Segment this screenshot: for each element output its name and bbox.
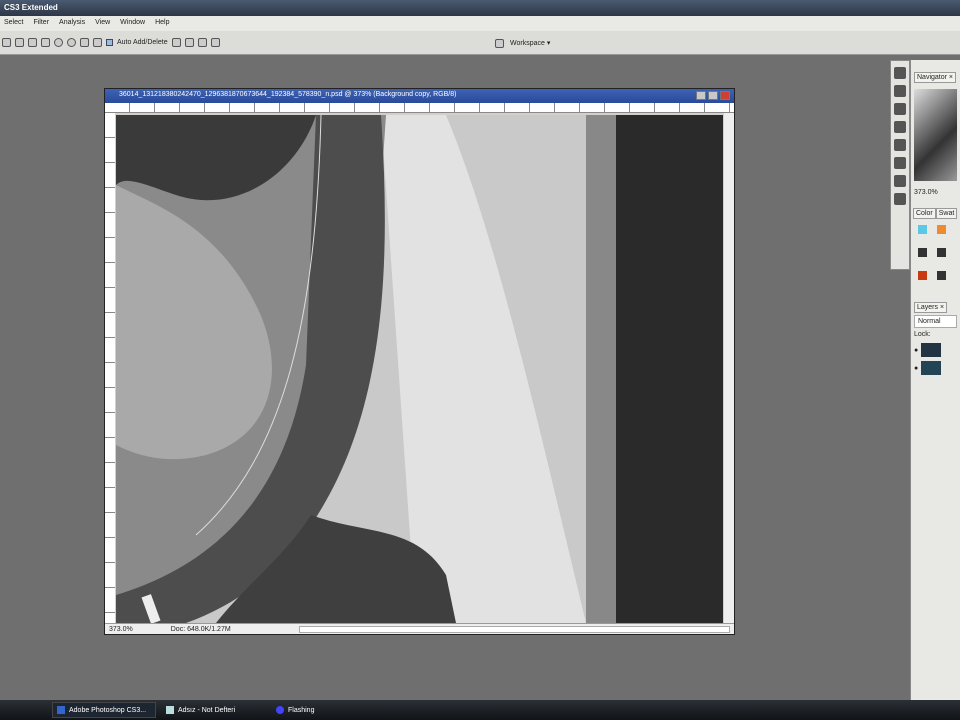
paragraph-icon[interactable] — [894, 175, 906, 187]
status-bar: 373.0% Doc: 648.0K/1.27M — [105, 623, 734, 634]
photoshop-icon — [57, 706, 65, 714]
layer-thumbnail — [921, 361, 942, 375]
color-tab[interactable]: Color — [913, 208, 936, 219]
swatch[interactable] — [937, 225, 946, 234]
swatch[interactable] — [937, 271, 946, 280]
document-window: 36014_131218380242470_1296381870673644_1… — [104, 88, 735, 635]
layers-tab[interactable]: Layers × — [914, 302, 948, 313]
blend-mode-select[interactable]: Normal — [914, 315, 957, 328]
pen-tool-icon[interactable] — [2, 38, 11, 47]
eye-icon[interactable]: ● — [914, 365, 918, 372]
auto-add-delete-checkbox[interactable] — [106, 39, 113, 46]
options-bar: Auto Add/Delete — [0, 31, 960, 55]
path-intersect-icon[interactable] — [197, 38, 207, 47]
horizontal-ruler[interactable] — [105, 103, 734, 113]
layer-thumbnail — [921, 343, 942, 357]
taskbar: Adobe Photoshop CS3... Adsız - Not Defte… — [0, 700, 960, 720]
panel-dock: Navigator × 373.0% Color Swat Layers × No… — [910, 60, 960, 700]
taskbar-notepad[interactable]: Adsız - Not Defteri — [162, 702, 266, 718]
menu-bar: Select Filter Analysis View Window Help — [0, 16, 960, 31]
brushes-icon[interactable] — [894, 121, 906, 133]
app-title-bar: CS3 Extended — [0, 0, 960, 16]
actions-icon[interactable] — [894, 85, 906, 97]
line-icon[interactable] — [80, 38, 89, 47]
rectangle-shape-icon[interactable] — [28, 38, 37, 47]
menu-window[interactable]: Window — [120, 19, 145, 28]
navigator-zoom[interactable]: 373.0% — [914, 189, 938, 196]
custom-shape-icon[interactable] — [93, 38, 102, 47]
horizontal-scrollbar[interactable] — [298, 625, 730, 633]
workspace-button[interactable]: Workspace ▾ — [510, 39, 550, 47]
layer-row[interactable]: ● — [911, 341, 960, 359]
doc-size[interactable]: Doc: 648.0K/1.27M — [171, 626, 231, 633]
rounded-rect-icon[interactable] — [41, 38, 50, 47]
menu-help[interactable]: Help — [155, 19, 169, 28]
path-add-icon[interactable] — [171, 38, 181, 47]
panel-icon-strip — [890, 60, 910, 270]
portrait-image — [116, 115, 723, 623]
workspace-area: Workspace ▾ — [495, 36, 550, 50]
eye-icon[interactable]: ● — [914, 347, 918, 354]
pen-options-icon[interactable] — [15, 38, 24, 47]
navigator-thumbnail[interactable] — [914, 89, 957, 181]
navigator-tab[interactable]: Navigator × — [914, 72, 956, 83]
polygon-icon[interactable] — [67, 38, 76, 47]
zoom-level[interactable]: 373.0% — [109, 626, 133, 633]
menu-analysis[interactable]: Analysis — [59, 19, 85, 28]
app-title: CS3 Extended — [4, 3, 58, 12]
character-icon[interactable] — [894, 157, 906, 169]
taskbar-flashing[interactable]: Flashing — [272, 702, 376, 718]
swatch[interactable] — [918, 271, 927, 280]
bridge-icon[interactable] — [495, 38, 504, 48]
lock-label: Lock: — [914, 331, 931, 338]
menu-filter[interactable]: Filter — [33, 19, 49, 28]
image-canvas[interactable] — [116, 115, 723, 623]
document-title[interactable]: 36014_131218380242470_1296381870673644_1… — [105, 89, 734, 103]
swatch[interactable] — [918, 225, 927, 234]
auto-add-delete-label: Auto Add/Delete — [117, 39, 168, 46]
notepad-icon — [166, 706, 174, 714]
taskbar-photoshop[interactable]: Adobe Photoshop CS3... — [52, 702, 156, 718]
menu-view[interactable]: View — [95, 19, 110, 28]
history-icon[interactable] — [894, 67, 906, 79]
app-icon — [276, 706, 284, 714]
swatch[interactable] — [937, 248, 946, 257]
path-subtract-icon[interactable] — [184, 38, 194, 47]
minimize-button[interactable] — [696, 91, 706, 100]
swatch[interactable] — [918, 248, 927, 257]
layer-row[interactable]: ● — [911, 359, 960, 377]
vertical-ruler[interactable] — [105, 113, 115, 623]
info-icon[interactable] — [894, 193, 906, 205]
tool-presets-icon[interactable] — [894, 103, 906, 115]
swatches-tab[interactable]: Swat — [935, 208, 958, 219]
vertical-scrollbar[interactable] — [724, 113, 734, 623]
ellipse-icon[interactable] — [54, 38, 63, 47]
close-button[interactable] — [720, 91, 730, 100]
menu-select[interactable]: Select — [4, 19, 23, 28]
maximize-button[interactable] — [708, 91, 718, 100]
clone-source-icon[interactable] — [894, 139, 906, 151]
path-exclude-icon[interactable] — [210, 38, 220, 47]
